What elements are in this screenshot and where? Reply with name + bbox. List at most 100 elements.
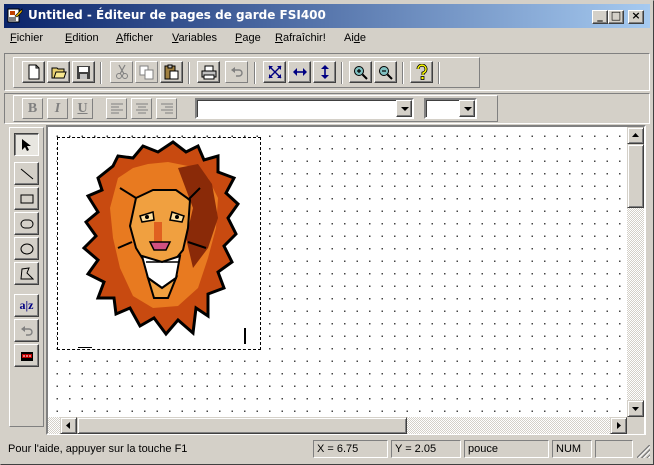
save-disk-icon [77, 65, 90, 79]
fit-width-arrows-icon [292, 68, 307, 76]
status-empty-pane [595, 440, 633, 458]
menu-edition[interactable]: Edition [65, 32, 99, 44]
font-size-combo[interactable] [424, 98, 477, 119]
scroll-left-button[interactable] [60, 417, 77, 434]
scroll-up-arrow-icon [632, 133, 639, 137]
paste-button[interactable] [160, 61, 183, 83]
zoom-in-button[interactable] [349, 61, 372, 83]
align-left-icon [110, 103, 123, 114]
lion-head-image [78, 140, 246, 348]
window-title: Untitled - Éditeur de pages de garde FSI… [28, 8, 326, 22]
line-tool-button[interactable] [14, 162, 39, 185]
font-name-combo[interactable] [195, 98, 414, 119]
scroll-right-button[interactable] [610, 417, 627, 434]
drawing-palette: a|z [11, 129, 43, 377]
fit-height-button[interactable] [313, 61, 336, 83]
status-bar: Pour l'aide, appuyer sur la touche F1 X … [4, 438, 652, 460]
align-center-button[interactable] [131, 98, 152, 119]
menu-fichier[interactable]: Fichier [10, 32, 43, 44]
paste-clipboard-icon [164, 64, 179, 80]
vertical-scrollbar[interactable] [627, 127, 644, 417]
maximize-icon: □ [610, 9, 622, 22]
fax-number-tool-button[interactable] [14, 344, 39, 367]
copy-button[interactable] [135, 61, 158, 83]
scroll-corner [627, 417, 644, 434]
select-tool-button[interactable] [14, 133, 39, 156]
app-window: Untitled - Éditeur de pages de garde FSI… [0, 0, 654, 465]
menu-variables[interactable]: Variables [172, 32, 217, 44]
new-document-icon [28, 64, 39, 80]
font-size-dropdown-button[interactable] [459, 100, 475, 117]
align-right-icon [160, 103, 173, 114]
menu-rafraichir[interactable]: Rafraîchir! [275, 32, 326, 44]
fit-width-button[interactable] [288, 61, 311, 83]
zoom-out-button[interactable] [374, 61, 397, 83]
ellipse-icon [20, 243, 33, 254]
format-toolbar: B I U [13, 95, 498, 122]
scroll-down-arrow-icon [632, 407, 639, 411]
status-unit: pouce [464, 440, 549, 458]
bold-button[interactable]: B [22, 98, 43, 119]
menu-bar: Fichier Edition Afficher Variables Page … [4, 29, 650, 49]
status-x-coordinate: X = 6.75 [313, 440, 388, 458]
open-folder-icon [51, 67, 67, 79]
align-right-button[interactable] [156, 98, 177, 119]
separator [341, 62, 343, 84]
pointer-arrow-icon [21, 138, 31, 151]
palette-undo-icon [20, 325, 33, 336]
scroll-up-button[interactable] [627, 127, 644, 144]
help-question-icon [416, 64, 427, 80]
line-icon [20, 168, 33, 179]
resize-grip-icon[interactable] [637, 445, 650, 458]
rounded-rect-tool-button[interactable] [14, 212, 39, 235]
fit-page-arrows-icon [268, 65, 281, 79]
close-button[interactable]: × [628, 9, 644, 24]
open-button[interactable] [47, 61, 70, 83]
status-help-text: Pour l'aide, appuyer sur la touche F1 [8, 443, 188, 455]
title-bar[interactable]: Untitled - Éditeur de pages de garde FSI… [4, 4, 650, 28]
maximize-button[interactable]: □ [608, 9, 624, 24]
polygon-icon [19, 267, 34, 280]
horizontal-scroll-thumb[interactable] [77, 417, 407, 434]
close-icon: × [631, 9, 641, 22]
new-button[interactable] [22, 61, 45, 83]
minimize-button[interactable]: _ [592, 9, 608, 24]
fit-page-button[interactable] [263, 61, 286, 83]
minimize-icon: _ [597, 9, 603, 22]
zoom-out-magnifier-icon [379, 65, 393, 80]
scroll-down-button[interactable] [627, 400, 644, 417]
scroll-left-arrow-icon [66, 422, 70, 429]
rectangle-tool-button[interactable] [14, 187, 39, 210]
horizontal-scrollbar[interactable] [48, 417, 627, 434]
text-tool-button[interactable]: a|z [14, 294, 39, 317]
print-icon [201, 65, 216, 79]
separator [438, 62, 440, 84]
app-icon[interactable] [7, 8, 23, 24]
page-canvas[interactable] [48, 127, 627, 417]
vertical-scroll-thumb[interactable] [627, 144, 644, 208]
menu-afficher[interactable]: Afficher [116, 32, 153, 44]
separator [402, 62, 404, 84]
cut-button[interactable] [110, 61, 133, 83]
standard-toolbar [13, 57, 480, 88]
separator [188, 62, 190, 84]
undo-button[interactable] [225, 61, 248, 83]
fit-height-arrows-icon [320, 65, 329, 79]
palette-undo-button[interactable] [14, 319, 39, 342]
menu-page[interactable]: Page [235, 32, 261, 44]
align-left-button[interactable] [106, 98, 127, 119]
align-center-icon [135, 103, 148, 114]
help-button[interactable] [410, 61, 433, 83]
menu-aide[interactable]: Aide [344, 32, 366, 44]
italic-button[interactable]: I [47, 98, 68, 119]
print-button[interactable] [197, 61, 220, 83]
polygon-tool-button[interactable] [14, 262, 39, 285]
font-dropdown-button[interactable] [396, 100, 412, 117]
ellipse-tool-button[interactable] [14, 237, 39, 260]
underline-button[interactable]: U [72, 98, 93, 119]
undo-arrow-icon [230, 67, 243, 77]
image-frame[interactable] [57, 137, 261, 350]
save-button[interactable] [72, 61, 95, 83]
rounded-rectangle-icon [20, 219, 33, 228]
scroll-right-arrow-icon [617, 422, 621, 429]
